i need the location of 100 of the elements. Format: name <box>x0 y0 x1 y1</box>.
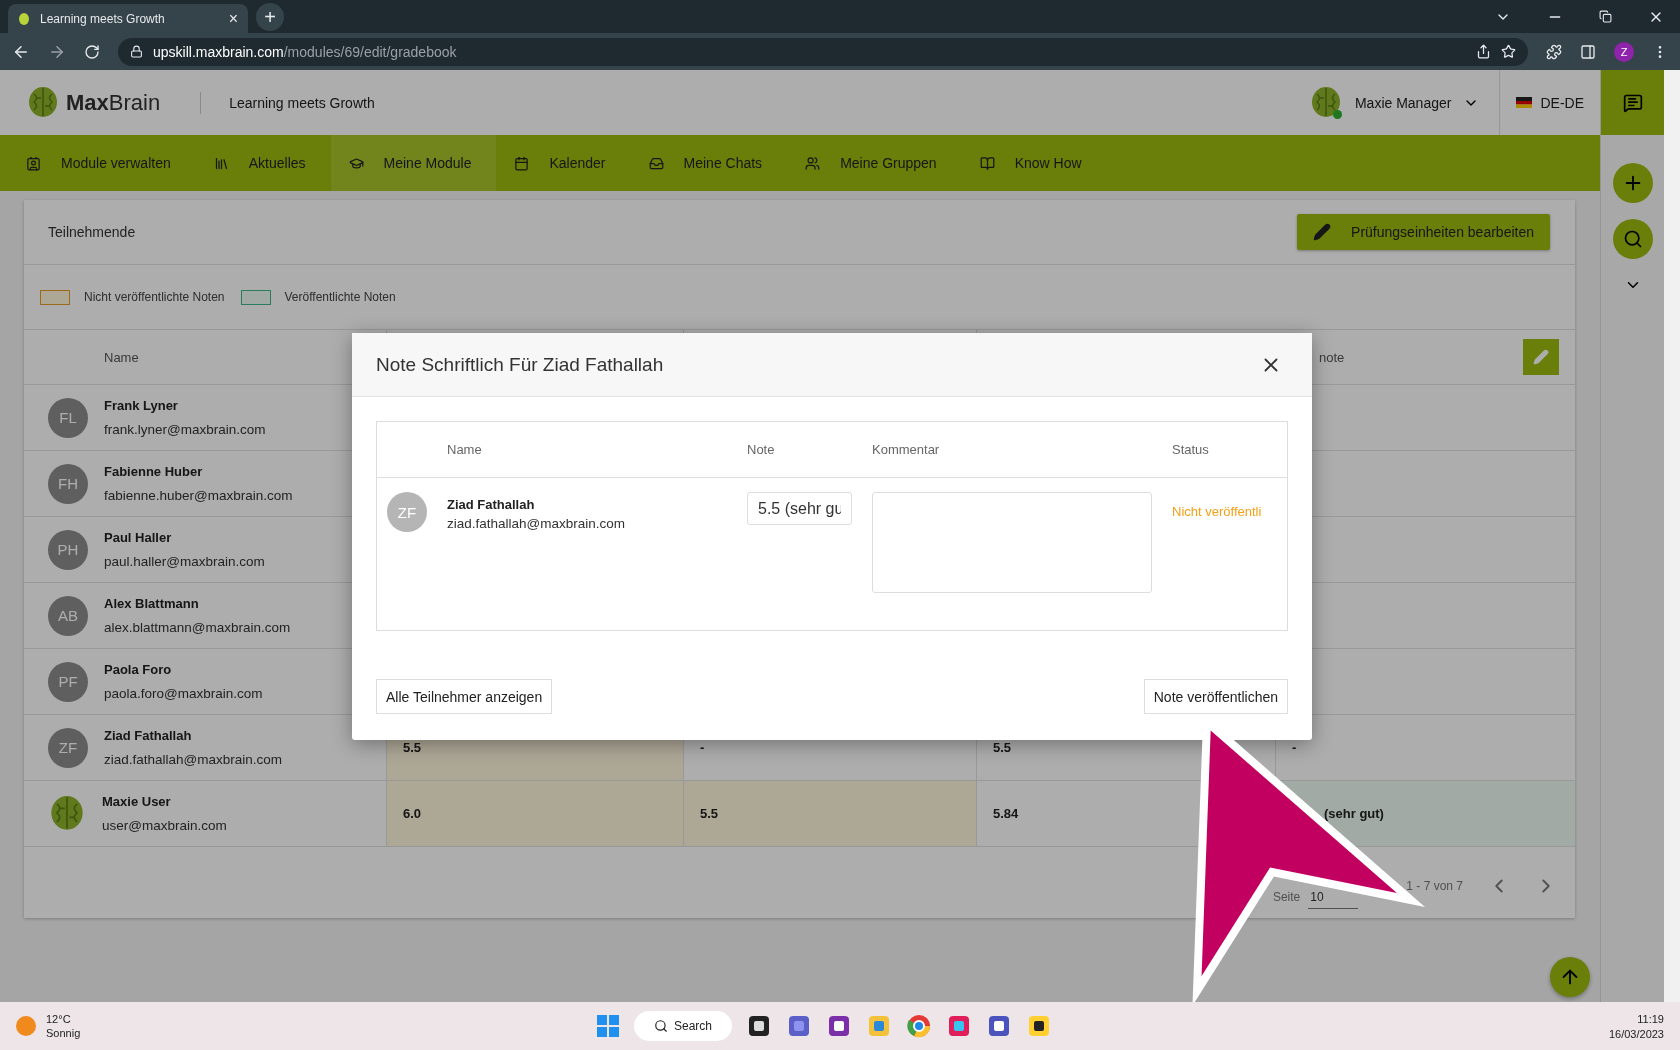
nav-item[interactable]: Kalender <box>496 135 631 191</box>
nav-item[interactable]: Module verwalten <box>8 135 196 191</box>
book-icon <box>979 155 995 171</box>
column-header: Status <box>1172 442 1209 457</box>
brain-icon <box>26 85 60 120</box>
inbox-icon <box>648 155 664 171</box>
initials-avatar: AB <box>48 595 88 636</box>
task-view-icon[interactable] <box>746 1013 772 1039</box>
tab-close-button[interactable]: × <box>228 9 238 28</box>
grade-value: 5.5 <box>403 740 422 755</box>
participant-email: alex.blattmann@maxbrain.com <box>104 620 291 635</box>
pencil-icon <box>1533 349 1549 365</box>
grade-value: 6.0 <box>403 806 422 821</box>
address-bar[interactable]: upskill.maxbrain.com/modules/69/edit/gradebook <box>118 37 1528 66</box>
participant-email: paul.haller@maxbrain.com <box>104 554 265 569</box>
scrollbar[interactable] <box>1664 70 1680 1002</box>
edit-exam-units-button[interactable]: Prüfungseinheiten bearbeiten <box>1297 214 1550 250</box>
video-chat-icon[interactable] <box>786 1013 812 1039</box>
card-title: Teilnehmende <box>48 224 136 240</box>
logo-text: MaxBrain <box>66 89 161 116</box>
initials-avatar: PH <box>48 529 88 570</box>
column-header: Note <box>747 442 775 457</box>
reload-icon[interactable] <box>84 43 100 60</box>
initials-avatar: PF <box>48 661 88 702</box>
books-icon <box>213 155 229 171</box>
chat-button[interactable] <box>1600 70 1665 135</box>
grade-value: (sehr gut) <box>1324 806 1384 821</box>
calendar-icon <box>514 155 530 171</box>
initials-avatar: ZF <box>48 727 88 768</box>
grade-value: 5.5 <box>993 740 1012 755</box>
participant-email: user@maxbrain.com <box>102 818 227 833</box>
nav-item[interactable]: Meine Chats <box>630 135 788 191</box>
legend-label: Nicht veröffentlichte Noten <box>84 290 225 304</box>
clock-time: 11:19 <box>1637 1012 1664 1025</box>
participant-name: Alex Blattmann <box>104 596 200 611</box>
participant-name: Ziad Fathallah <box>104 728 193 743</box>
grade-value: 5.84 <box>993 806 1019 821</box>
per-page-label: Seite <box>1272 889 1301 904</box>
participant-name: Maxie User <box>102 794 172 809</box>
legend-label: Veröffentlichte Noten <box>284 290 396 304</box>
column-header: Name <box>447 442 482 457</box>
nav-item[interactable]: Aktuelles <box>195 135 331 191</box>
tab-title: Learning meets Growth <box>40 11 166 26</box>
folder-icon[interactable] <box>866 1013 892 1039</box>
page-range: 1 - 7 von 7 <box>1406 878 1463 893</box>
profile-avatar[interactable]: Z <box>1614 41 1634 62</box>
lock-icon <box>130 45 143 58</box>
tagline: Learning meets Growth <box>229 94 375 111</box>
search-button[interactable] <box>1612 219 1653 259</box>
grade-value: - <box>1292 740 1297 755</box>
participant-email: paola.foro@maxbrain.com <box>104 686 263 701</box>
side-panel-icon[interactable] <box>1580 43 1596 60</box>
participant-email: frank.lyner@maxbrain.com <box>104 422 266 437</box>
notebook-icon[interactable] <box>826 1013 852 1039</box>
status-text: Nicht veröffentli <box>1172 504 1262 519</box>
taskbar-search[interactable]: Search <box>634 1011 732 1041</box>
column-header: Name <box>104 349 139 365</box>
search-icon <box>654 1019 668 1033</box>
browser-icon[interactable] <box>906 1013 932 1039</box>
whiteboard-icon[interactable] <box>1026 1013 1052 1039</box>
add-button[interactable] <box>1612 163 1653 203</box>
grade-value: 5.5 <box>700 806 719 821</box>
favicon-icon <box>18 11 30 26</box>
nav-item[interactable]: Know How <box>961 135 1107 191</box>
language-selector[interactable]: DE-DE <box>1540 94 1584 111</box>
new-tab-button[interactable]: + <box>256 3 284 31</box>
people-icon <box>805 155 821 171</box>
clock-date: 16/03/2023 <box>1608 1027 1664 1040</box>
participant-name: Frank Lyner <box>104 398 179 413</box>
participant-email: fabienne.huber@maxbrain.com <box>104 488 293 503</box>
column-header: note <box>1319 349 1345 365</box>
pencil-icon <box>1313 223 1332 241</box>
restore-icon[interactable] <box>1599 10 1612 23</box>
grid-app-icon[interactable] <box>946 1013 972 1039</box>
nav-item[interactable]: Meine Gruppen <box>787 135 962 191</box>
initials-avatar: FL <box>48 397 88 438</box>
nav-item[interactable]: Meine Module <box>330 135 497 191</box>
participant-name: Paola Foro <box>104 662 173 677</box>
user-avatar <box>48 794 86 833</box>
temperature: 12°C <box>46 1013 72 1025</box>
browser-tab[interactable]: Learning meets Growth × <box>8 4 248 33</box>
dialog-title: Note Schriftlich Für Ziad Fathallah <box>376 353 664 376</box>
team-chat-icon[interactable] <box>986 1013 1012 1039</box>
search-icon <box>1622 229 1643 249</box>
weather-icon <box>16 1016 36 1036</box>
url-text: upskill.maxbrain.com/modules/69/edit/gradebook <box>153 43 457 60</box>
chat-icon <box>1622 92 1643 113</box>
show-all-button[interactable]: Alle Teilnehmer anzeigen <box>376 679 553 714</box>
publish-button[interactable]: Note veröffentlichen <box>1143 679 1288 714</box>
student-email: ziad.fathallah@maxbrain.com <box>447 516 626 531</box>
participant-name: Fabienne Huber <box>104 464 204 479</box>
windows-start-icon[interactable] <box>596 1014 620 1038</box>
column-header: Kommentar <box>872 442 940 457</box>
participant-name: Paul Haller <box>104 530 173 545</box>
initials-avatar: FH <box>48 463 88 504</box>
star-icon[interactable] <box>1501 44 1516 59</box>
user-name[interactable]: Maxie Manager <box>1354 94 1452 111</box>
extensions-icon[interactable] <box>1546 43 1562 60</box>
share-icon[interactable] <box>1476 44 1491 59</box>
comment-field[interactable] <box>872 492 1152 593</box>
